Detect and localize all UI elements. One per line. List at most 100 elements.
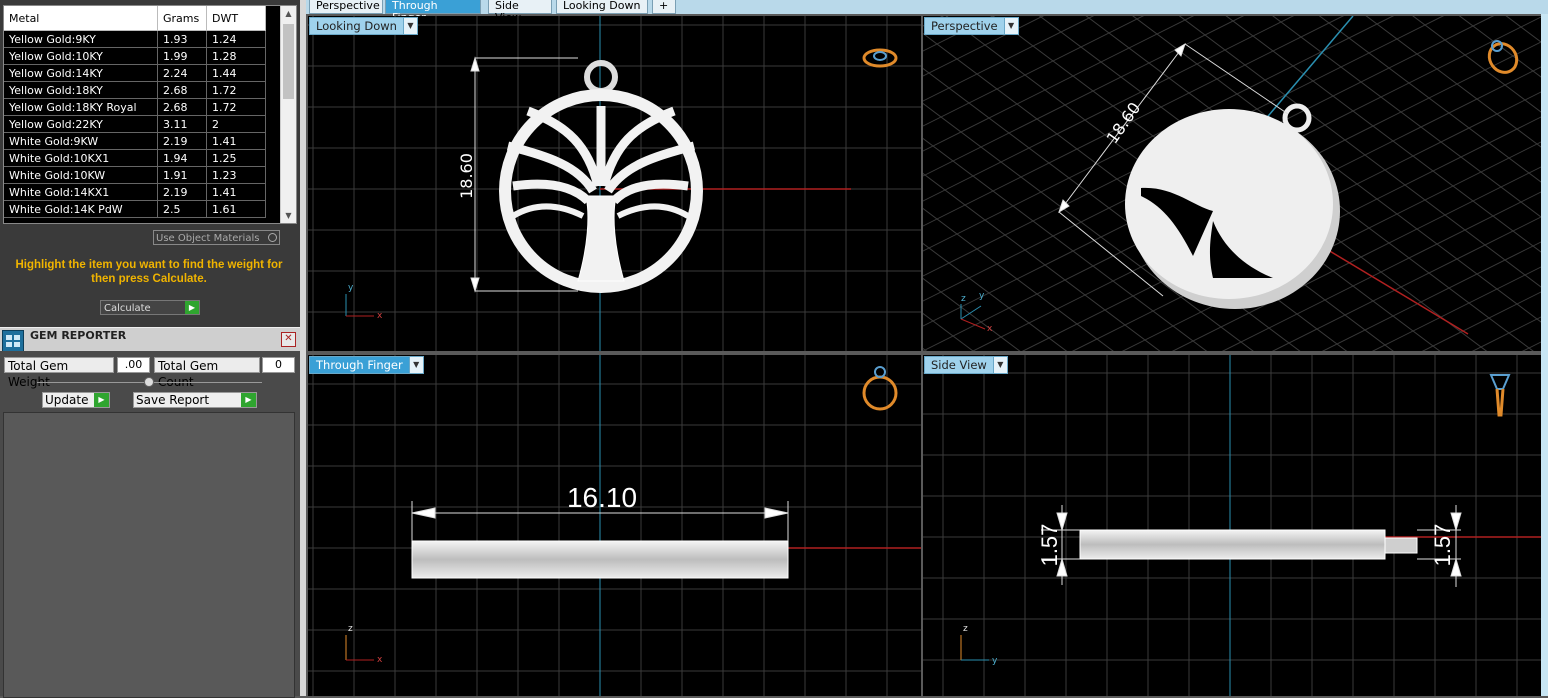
dimension-label: 18.60 bbox=[457, 153, 476, 199]
viewport-through-finger[interactable]: 16.10 z x Through Finger ▼ bbox=[308, 355, 921, 696]
play-arrow-icon: ▶ bbox=[94, 393, 109, 407]
axis-gizmo: z y bbox=[960, 624, 998, 666]
dimension-label: 16.10 bbox=[567, 482, 637, 513]
save-report-button-label: Save Report bbox=[136, 393, 210, 407]
grams-cell: 1.91 bbox=[157, 166, 207, 184]
dimension-label-right: 1.57 bbox=[1430, 524, 1455, 567]
grams-cell: 1.93 bbox=[157, 30, 207, 48]
metal-name-cell: Yellow Gold:10KY bbox=[4, 47, 158, 65]
metal-name-cell: White Gold:14K PdW bbox=[4, 200, 158, 218]
chevron-down-icon[interactable]: ▼ bbox=[402, 18, 417, 34]
svg-text:x: x bbox=[377, 311, 383, 321]
metal-name-cell: White Gold:9KW bbox=[4, 132, 158, 150]
total-gem-weight-value: .00 bbox=[117, 357, 150, 373]
table-row[interactable]: Yellow Gold:18KY 2.68 1.72 bbox=[4, 81, 266, 99]
gem-reporter-body: Total Gem Weight .00 Total Gem Count 0 U… bbox=[0, 351, 300, 698]
radio-icon[interactable] bbox=[268, 233, 277, 242]
table-row[interactable]: White Gold:10KX1 1.94 1.25 bbox=[4, 149, 266, 167]
tab-through-finger[interactable]: Through Finger bbox=[385, 0, 481, 24]
dimension-label: 18.60 bbox=[1103, 99, 1145, 147]
metal-name-cell: Yellow Gold:18KY bbox=[4, 81, 158, 99]
update-button[interactable]: Update ▶ bbox=[42, 392, 110, 408]
viewport-looking-down[interactable]: 18.60 y x Looking Down ▼ bbox=[308, 16, 921, 351]
gem-reporter-header: GEM REPORTER ✕ bbox=[0, 327, 300, 352]
table-row[interactable]: Yellow Gold:18KY Royal 2.68 1.72 bbox=[4, 98, 266, 116]
calculate-button[interactable]: Calculate ▶ bbox=[100, 300, 200, 315]
viewport-label-side-view[interactable]: Side View ▼ bbox=[924, 356, 1008, 374]
chevron-down-icon[interactable]: ▼ bbox=[408, 357, 423, 373]
scroll-up-arrow-icon[interactable]: ▲ bbox=[281, 6, 296, 21]
dwt-cell: 1.41 bbox=[206, 183, 266, 201]
table-row[interactable]: White Gold:14KX1 2.19 1.41 bbox=[4, 183, 266, 201]
close-icon[interactable]: ✕ bbox=[281, 332, 296, 347]
grams-cell: 1.99 bbox=[157, 47, 207, 65]
tab-perspective[interactable]: Perspective bbox=[309, 0, 383, 14]
grams-cell: 2.68 bbox=[157, 98, 207, 116]
svg-text:y: y bbox=[348, 283, 354, 293]
save-report-button[interactable]: Save Report ▶ bbox=[133, 392, 257, 408]
grams-cell: 2.68 bbox=[157, 81, 207, 99]
table-row[interactable]: White Gold:14K PdW 2.5 1.61 bbox=[4, 200, 266, 218]
dwt-cell: 1.23 bbox=[206, 166, 266, 184]
svg-text:x: x bbox=[377, 655, 383, 665]
axis-gizmo: y x bbox=[345, 283, 383, 321]
grams-cell: 3.11 bbox=[157, 115, 207, 133]
viewport-label-perspective[interactable]: Perspective ▼ bbox=[924, 17, 1019, 35]
perspective-canvas: 18.60 z y x bbox=[923, 16, 1541, 351]
table-row[interactable]: Yellow Gold:9KY 1.93 1.24 bbox=[4, 30, 266, 48]
pendant-model bbox=[499, 60, 703, 293]
metal-name-cell: Yellow Gold:22KY bbox=[4, 115, 158, 133]
svg-text:y: y bbox=[979, 291, 985, 301]
ring-perspective-icon[interactable] bbox=[1484, 38, 1523, 77]
use-object-materials-toggle[interactable]: Use Object Materials bbox=[153, 230, 280, 245]
table-row[interactable]: Yellow Gold:10KY 1.99 1.28 bbox=[4, 47, 266, 65]
column-header-grams[interactable]: Grams bbox=[157, 6, 207, 31]
svg-text:y: y bbox=[992, 656, 998, 666]
table-scrollbar[interactable]: ▲ ▼ bbox=[280, 6, 296, 223]
total-gem-weight-label: Total Gem Weight bbox=[4, 357, 114, 389]
viewport-side-view[interactable]: 1.57 1.57 z y Side View ▼ bbox=[923, 355, 1541, 696]
add-tab-button[interactable]: + bbox=[652, 0, 676, 14]
viewport-tab-bar: Perspective Through Finger Side View Loo… bbox=[306, 0, 1548, 24]
tab-side-view[interactable]: Side View bbox=[488, 0, 552, 24]
total-gem-count-label: Total Gem Count bbox=[154, 357, 260, 389]
table-row[interactable]: White Gold:10KW 1.91 1.23 bbox=[4, 166, 266, 184]
total-gem-count-value: 0 bbox=[262, 357, 295, 373]
table-row[interactable]: Yellow Gold:22KY 3.11 2 bbox=[4, 115, 266, 133]
ring-side-icon[interactable] bbox=[1489, 374, 1511, 417]
use-object-materials-label: Use Object Materials bbox=[156, 233, 260, 244]
table-row[interactable]: White Gold:9KW 2.19 1.41 bbox=[4, 132, 266, 150]
ring-front-icon[interactable] bbox=[862, 366, 898, 411]
gem-list-area[interactable] bbox=[3, 412, 295, 698]
dwt-cell: 1.61 bbox=[206, 200, 266, 218]
looking-down-canvas: 18.60 y x bbox=[308, 16, 921, 351]
dwt-cell: 1.72 bbox=[206, 81, 266, 99]
panel-divider[interactable] bbox=[300, 0, 306, 696]
scroll-down-arrow-icon[interactable]: ▼ bbox=[281, 208, 296, 223]
pendant-model bbox=[1125, 103, 1340, 309]
viewport-perspective[interactable]: 18.60 z y x Perspective ▼ bbox=[923, 16, 1541, 351]
dwt-cell: 1.28 bbox=[206, 47, 266, 65]
column-header-dwt[interactable]: DWT bbox=[206, 6, 266, 31]
metal-name-cell: White Gold:14KX1 bbox=[4, 183, 158, 201]
metal-name-cell: White Gold:10KX1 bbox=[4, 149, 158, 167]
dwt-cell: 1.44 bbox=[206, 64, 266, 82]
dwt-cell: 1.72 bbox=[206, 98, 266, 116]
pendant-front-profile bbox=[411, 540, 789, 579]
grams-cell: 2.19 bbox=[157, 132, 207, 150]
dwt-cell: 1.24 bbox=[206, 30, 266, 48]
pendant-bail bbox=[1384, 537, 1418, 554]
scroll-thumb[interactable] bbox=[283, 24, 294, 99]
table-row[interactable]: Yellow Gold:14KY 2.24 1.44 bbox=[4, 64, 266, 82]
viewport-grid bbox=[308, 355, 921, 696]
viewport-label-looking-down[interactable]: Looking Down ▼ bbox=[309, 17, 418, 35]
column-header-metal[interactable]: Metal bbox=[4, 6, 158, 31]
panel-splitter-handle[interactable] bbox=[144, 377, 154, 387]
viewport-label-through-finger[interactable]: Through Finger ▼ bbox=[309, 356, 424, 374]
tab-looking-down[interactable]: Looking Down bbox=[556, 0, 648, 14]
chevron-down-icon[interactable]: ▼ bbox=[1003, 18, 1018, 34]
update-button-label: Update bbox=[45, 393, 89, 407]
chevron-down-icon[interactable]: ▼ bbox=[992, 357, 1007, 373]
ring-top-view-icon[interactable] bbox=[862, 48, 898, 68]
grams-cell: 2.5 bbox=[157, 200, 207, 218]
